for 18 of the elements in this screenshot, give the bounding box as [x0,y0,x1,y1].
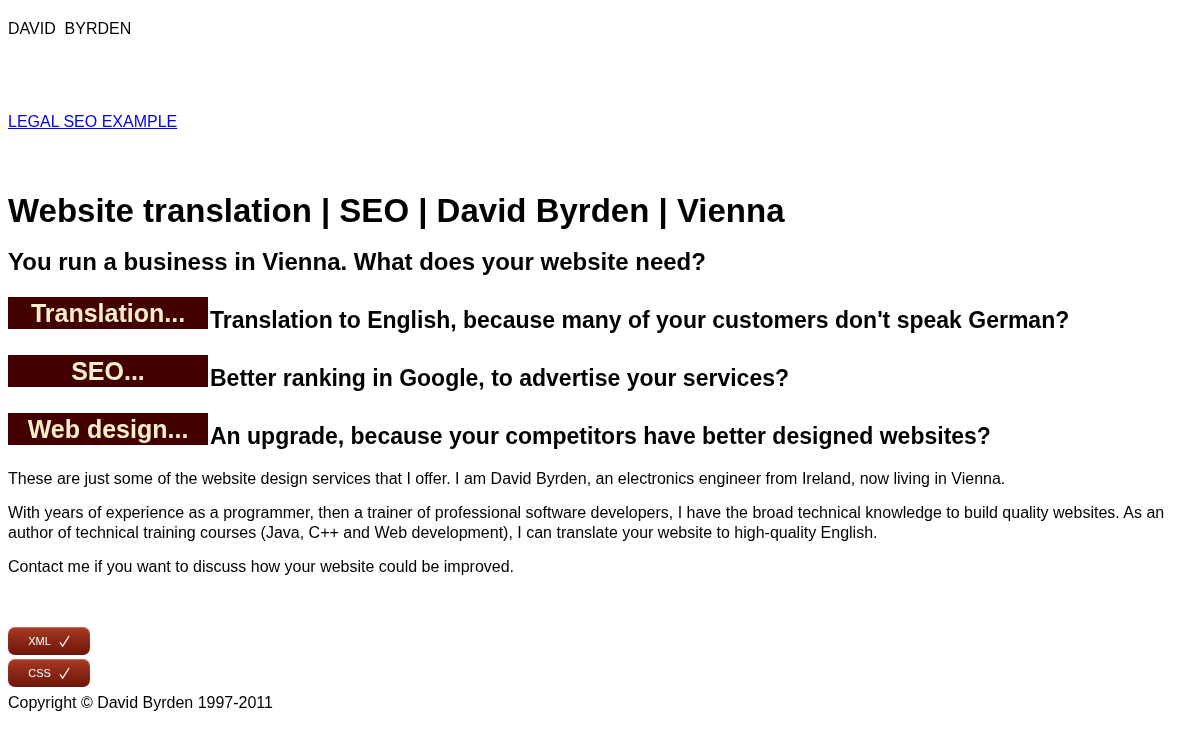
page-subtitle: You run a business in Vienna. What does your website need? [8,247,706,277]
page-title: Website translation | SEO | David Byrden | Vienna [8,191,785,231]
check-icon [58,634,70,648]
paragraph: These are just some of the website design services that I offer. I am David Byrden, an electronics engineer from Ireland, now living in Vienna. [8,469,1007,489]
site-name: DAVID BYRDEN [8,19,132,39]
service-question: An upgrade, because your competitors have better designed websites? [210,422,991,451]
service-label: Translation... [8,297,208,329]
paragraph: Contact me if you want to discuss how your website could be improved. [8,557,516,577]
service-label: SEO... [8,355,208,387]
service-label: Web design... [8,413,208,445]
page-link[interactable]: LEGAL SEO EXAMPLE [8,110,178,134]
service-question: Translation to English, because many of your customers don't speak German? [210,306,1070,335]
paragraph: With years of experience as a programmer, then a trainer of professional software developers, I have the broad technical knowledge to build quality websites. As an author of technical training courses (Java, C++ and Web development), I can translate your website to high-quality English. [8,503,1166,543]
validator-button[interactable]: XML [8,627,90,655]
copyright: Copyright © David Byrden 1997-2011 [8,693,273,713]
check-icon [58,666,70,680]
validator-button[interactable]: CSS [8,659,90,687]
service-question: Better ranking in Google, to advertise your services? [210,364,789,393]
